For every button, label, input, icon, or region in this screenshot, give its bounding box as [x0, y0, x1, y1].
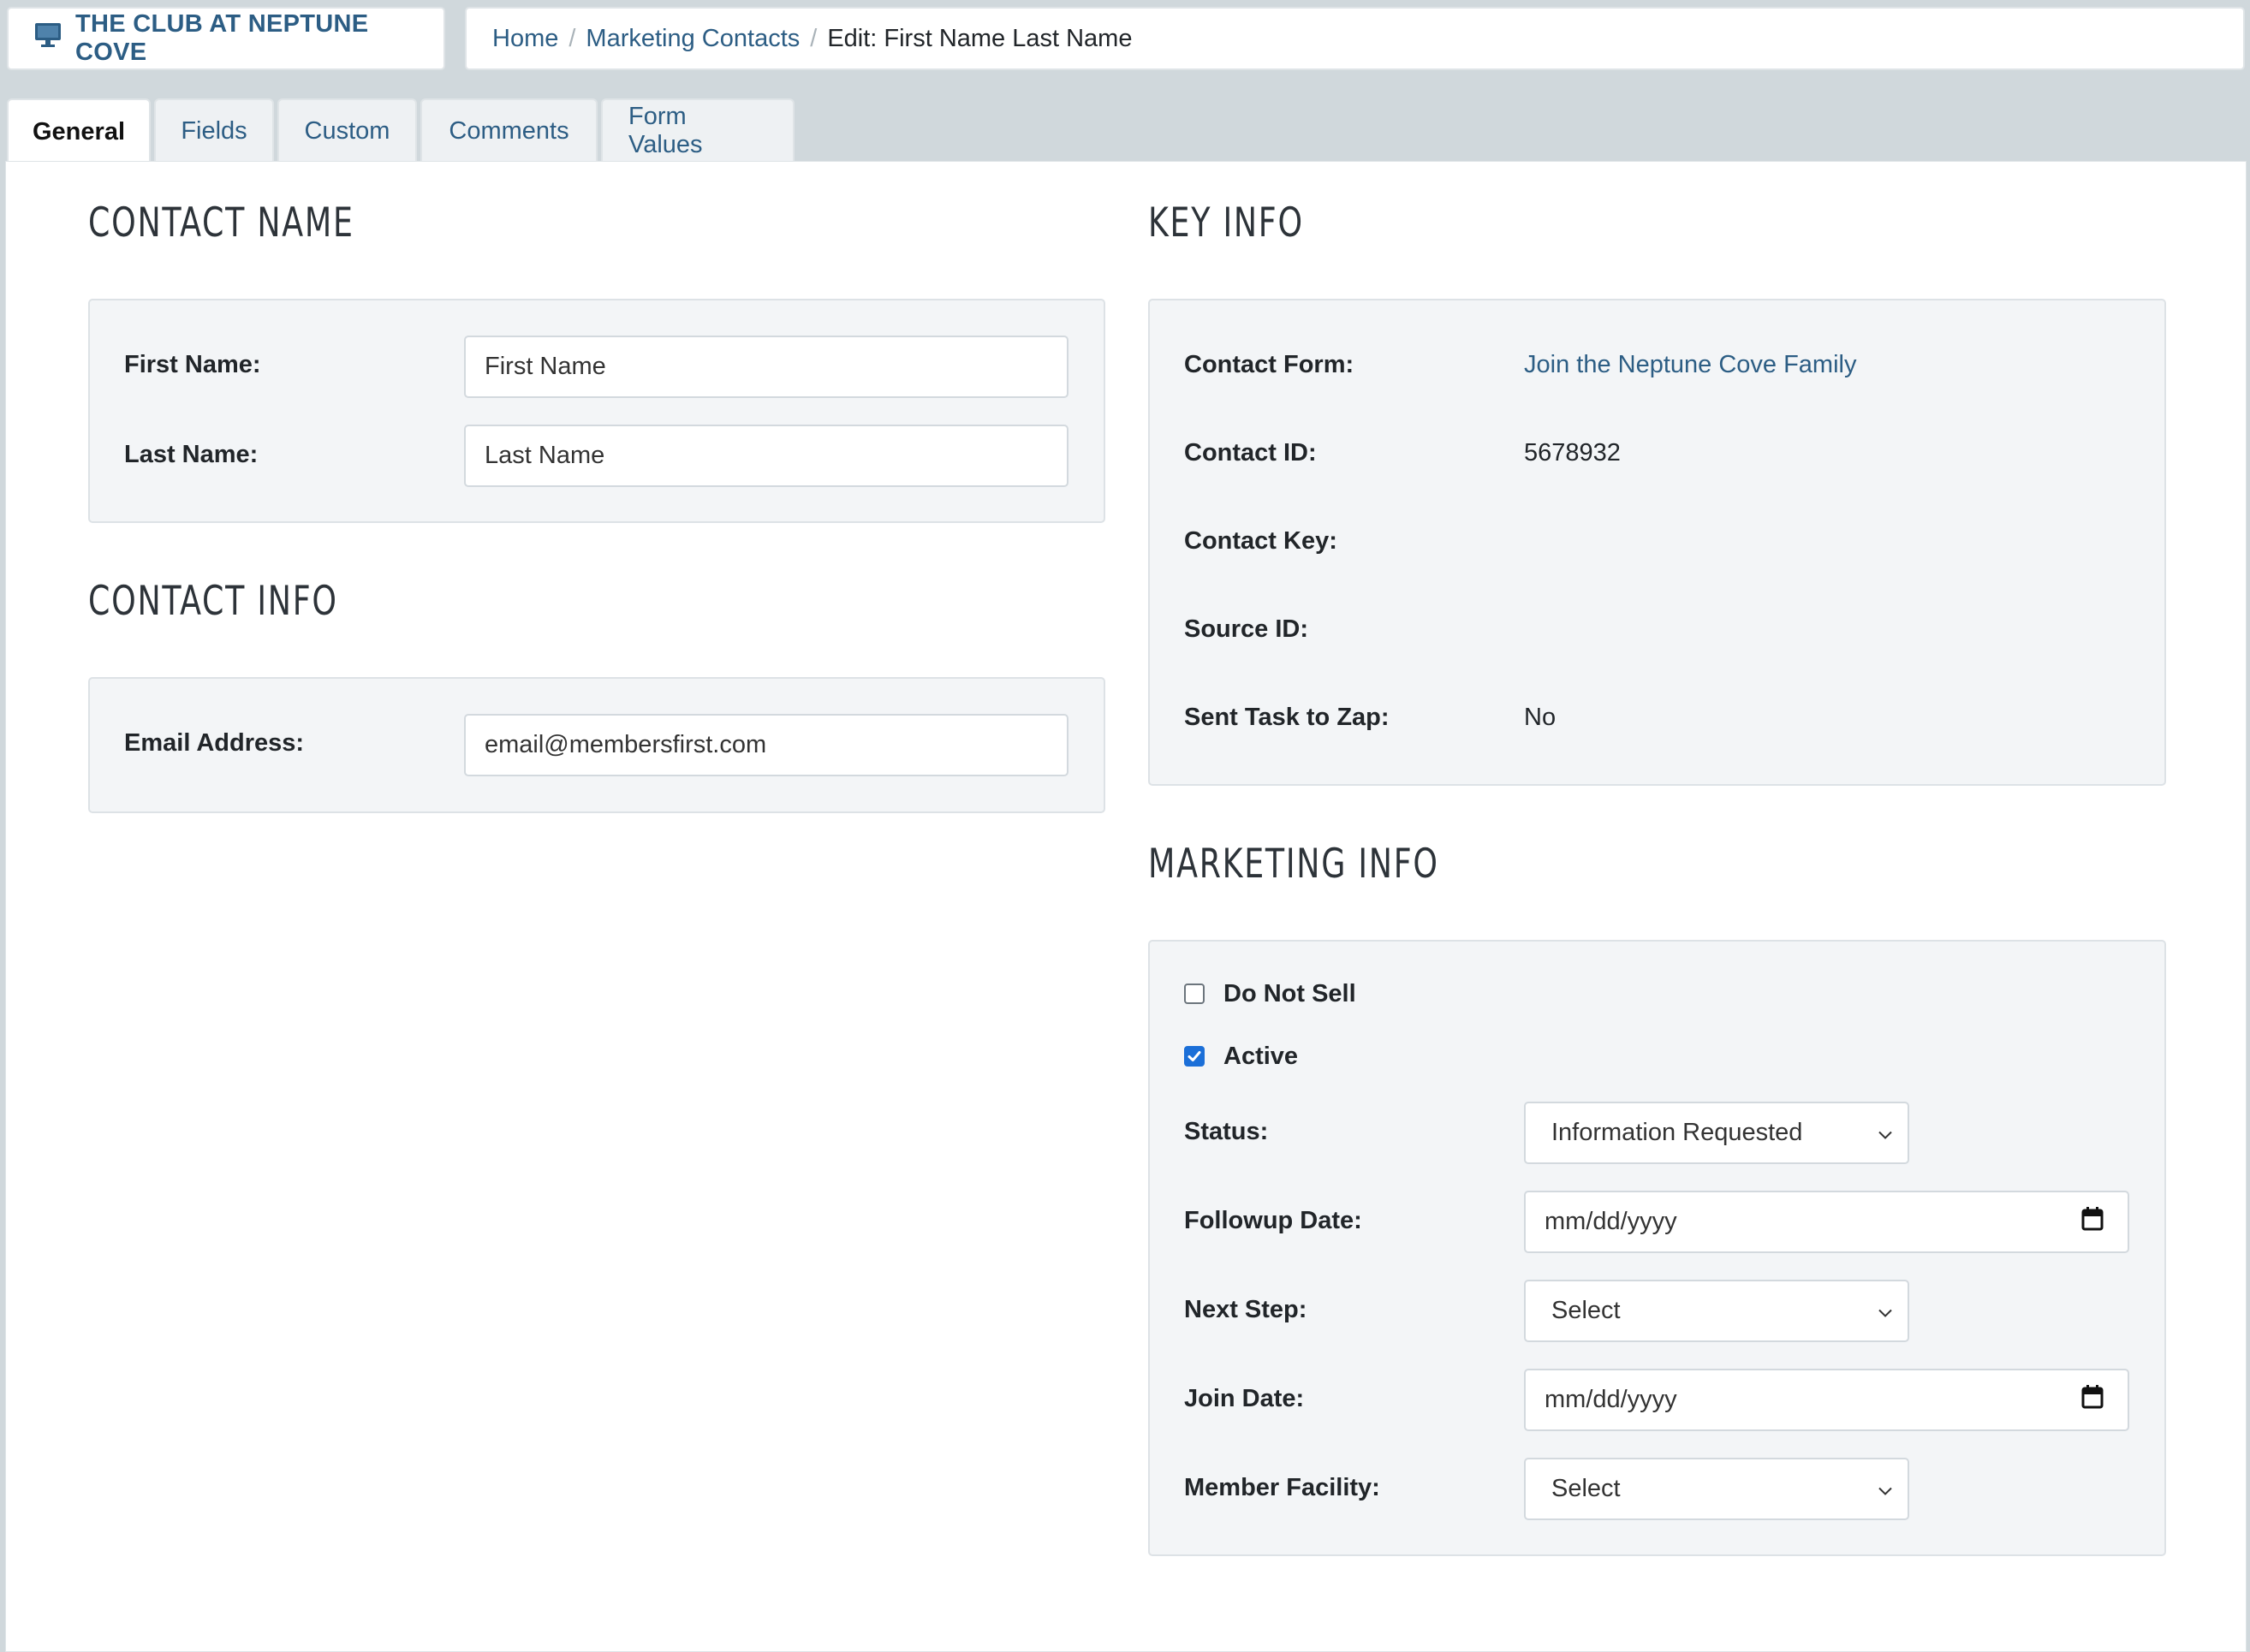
sent-task-value: No [1524, 704, 1557, 731]
chevron-down-icon [1877, 1119, 1894, 1147]
status-select[interactable]: Information Requested [1524, 1102, 1909, 1164]
member-facility-value: Select [1551, 1475, 1621, 1502]
source-id-label: Source ID: [1184, 615, 1309, 643]
breadcrumb-separator: / [810, 24, 818, 52]
first-name-field[interactable]: First Name [464, 336, 1068, 398]
contact-form-label: Contact Form: [1184, 351, 1354, 378]
contact-key-label: Contact Key: [1184, 527, 1337, 555]
next-step-value: Select [1551, 1297, 1621, 1324]
join-date-label: Join Date: [1184, 1385, 1305, 1412]
join-date-field[interactable]: mm/dd/yyyy [1524, 1369, 2129, 1431]
contact-id-label: Contact ID: [1184, 439, 1317, 466]
active-label[interactable]: Active [1223, 1043, 1298, 1071]
contact-id-value: 5678932 [1524, 439, 1621, 466]
chevron-down-icon [1877, 1297, 1894, 1325]
status-label: Status: [1184, 1118, 1269, 1145]
calendar-icon[interactable] [2081, 1384, 2104, 1416]
tab-fields[interactable]: Fields [154, 98, 274, 162]
member-facility-select[interactable]: Select [1524, 1458, 1909, 1520]
next-step-label: Next Step: [1184, 1296, 1307, 1323]
last-name-label: Last Name: [124, 441, 259, 468]
club-brand[interactable]: THE CLUB AT NEPTUNE COVE [7, 7, 445, 70]
first-name-label: First Name: [124, 351, 261, 378]
member-facility-label: Member Facility: [1184, 1474, 1380, 1501]
marketing-info-heading: MARKETING INFO [1148, 841, 1439, 888]
contact-info-heading: CONTACT INFO [88, 578, 338, 625]
calendar-icon[interactable] [2081, 1206, 2104, 1238]
breadcrumb-current: Edit: First Name Last Name [827, 24, 1133, 52]
breadcrumb: Home / Marketing Contacts / Edit: First … [465, 7, 2245, 70]
tab-bar: General Fields Custom Comments Form Valu… [7, 98, 798, 163]
status-value: Information Requested [1551, 1119, 1803, 1146]
next-step-select[interactable]: Select [1524, 1280, 1909, 1342]
tab-form-values[interactable]: Form Values [601, 98, 795, 162]
followup-date-label: Followup Date: [1184, 1207, 1362, 1234]
contact-name-box [88, 299, 1105, 523]
do-not-sell-label[interactable]: Do Not Sell [1223, 980, 1356, 1008]
followup-date-value: mm/dd/yyyy [1545, 1208, 1677, 1235]
key-info-heading: KEY INFO [1148, 199, 1304, 247]
monitor-icon [34, 22, 62, 55]
top-bar: THE CLUB AT NEPTUNE COVE Home / Marketin… [0, 0, 2250, 77]
breadcrumb-marketing-contacts-link[interactable]: Marketing Contacts [586, 25, 800, 53]
contact-form-link[interactable]: Join the Neptune Cove Family [1524, 351, 1856, 379]
club-name: THE CLUB AT NEPTUNE COVE [75, 10, 369, 66]
sent-task-label: Sent Task to Zap: [1184, 704, 1390, 731]
contact-name-heading: CONTACT NAME [88, 199, 354, 247]
chevron-down-icon [1877, 1475, 1894, 1503]
email-field[interactable]: email@membersfirst.com [464, 714, 1068, 776]
tab-comments[interactable]: Comments [420, 98, 598, 162]
tab-custom[interactable]: Custom [277, 98, 417, 162]
last-name-field[interactable]: Last Name [464, 425, 1068, 487]
first-name-value: First Name [485, 353, 606, 380]
followup-date-field[interactable]: mm/dd/yyyy [1524, 1191, 2129, 1253]
breadcrumb-home-link[interactable]: Home [492, 25, 558, 53]
breadcrumb-separator: / [568, 24, 576, 52]
join-date-value: mm/dd/yyyy [1545, 1386, 1677, 1413]
do-not-sell-checkbox[interactable] [1184, 983, 1205, 1004]
email-label: Email Address: [124, 729, 305, 757]
tab-general[interactable]: General [7, 98, 151, 163]
active-checkbox[interactable] [1184, 1046, 1205, 1067]
last-name-value: Last Name [485, 442, 605, 469]
checkmark-icon [1188, 1051, 1201, 1061]
email-value: email@membersfirst.com [485, 731, 767, 758]
